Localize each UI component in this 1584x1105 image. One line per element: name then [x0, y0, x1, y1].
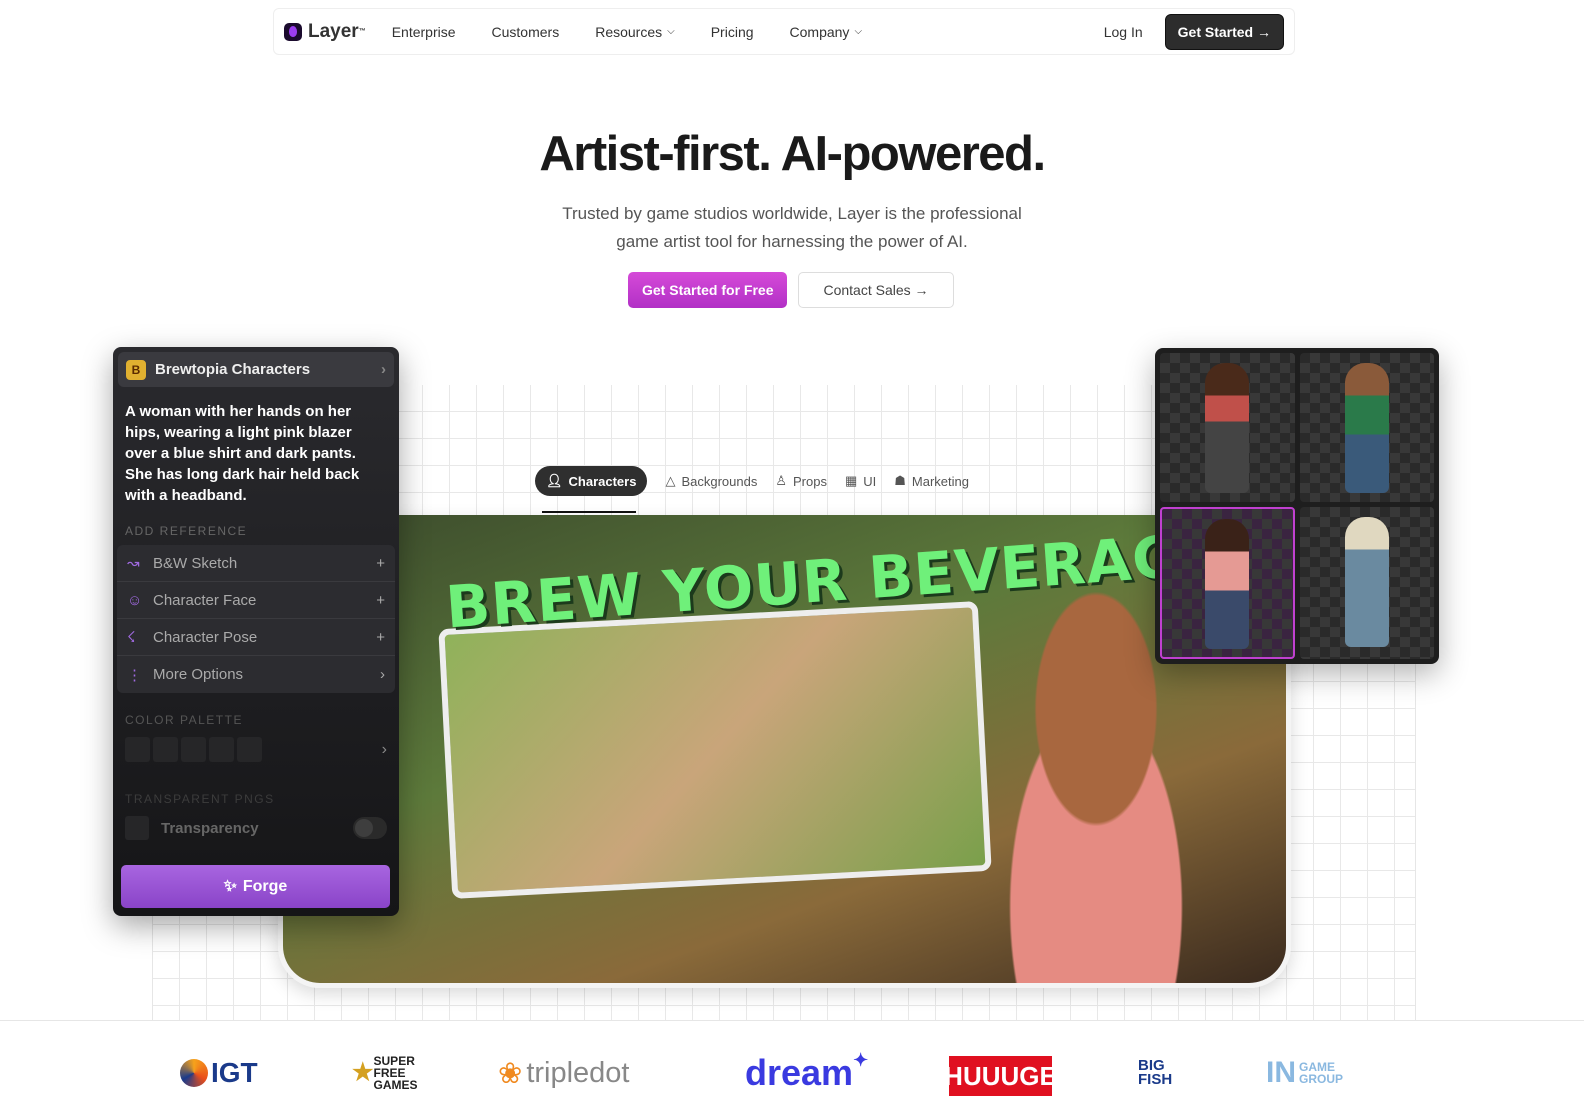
color-palette-label: COLOR PALETTE: [125, 713, 243, 727]
result-thumbnail[interactable]: [1299, 506, 1434, 659]
get-started-free-button[interactable]: Get Started for Free: [628, 272, 788, 308]
color-palette[interactable]: ›: [113, 737, 399, 762]
face-icon: ☺: [127, 591, 143, 609]
login-link[interactable]: Log In: [1104, 24, 1143, 40]
client-logos: IGT ★ SUPER FREE GAMES ❀ tripledot dream ✦ …: [0, 1050, 1584, 1100]
nav-resources[interactable]: Resources ⌵: [595, 24, 675, 40]
sketch-icon: ↝: [127, 555, 140, 572]
user-icon: ♙: [775, 473, 787, 488]
get-started-button[interactable]: Get Started →: [1164, 13, 1284, 50]
active-tab-indicator: [542, 511, 636, 513]
divider: [0, 1020, 1584, 1021]
magic-wand-icon: ✨︎: [223, 877, 237, 895]
top-nav: Layer ™ Enterprise Customers Resources ⌵ P…: [273, 8, 1295, 55]
generation-panel: B Brewtopia Characters › A woman with her …: [113, 347, 399, 916]
showcase-image: BREW YOUR BEVERAGES: [278, 515, 1291, 988]
chevron-right-icon: ›: [381, 361, 386, 378]
transparency-toggle[interactable]: [353, 817, 387, 839]
result-thumbnail[interactable]: [1299, 353, 1434, 502]
tab-props[interactable]: ♙ Props: [775, 466, 827, 496]
nav-pricing[interactable]: Pricing: [711, 24, 754, 40]
layer-logo-icon: [284, 22, 302, 41]
category-tabs: 👤︎ Characters △ Backgrounds ♙ Props ▦ UI ☗ Ma…: [535, 466, 969, 496]
tab-characters[interactable]: 👤︎ Characters: [535, 466, 648, 496]
user-icon: 👤︎: [546, 473, 563, 488]
plus-icon: +: [376, 628, 385, 646]
logo-tripledot: ❀ tripledot: [498, 1056, 630, 1090]
layout-icon: ▦: [844, 473, 858, 488]
logo-big-fish: BIG FISH: [1138, 1057, 1173, 1088]
layer-logo[interactable]: Layer ™: [284, 21, 366, 43]
prompt-text[interactable]: A woman with her hands on her hips, wear…: [113, 392, 399, 506]
store-icon: ☗: [894, 473, 906, 488]
tab-marketing[interactable]: ☗ Marketing: [894, 466, 969, 496]
plus-icon: +: [376, 554, 385, 572]
more-vertical-icon: ⋮: [127, 666, 142, 684]
chevron-right-icon: ›: [380, 666, 385, 683]
chevron-right-icon: ›: [381, 740, 387, 758]
chevron-down-icon: ⌵: [854, 26, 863, 37]
chevron-down-icon: ⌵: [667, 26, 675, 37]
logo-igt: IGT: [180, 1050, 258, 1096]
tab-ui[interactable]: ▦ UI: [845, 466, 876, 496]
logo-super-free-games: ★ SUPER FREE GAMES: [352, 1054, 418, 1092]
project-badge-icon: B: [126, 359, 146, 380]
plus-icon: +: [376, 591, 385, 609]
checkerboard-icon: [125, 816, 149, 840]
reference-character-pose[interactable]: ☇ Character Pose +: [117, 619, 395, 656]
contact-sales-button[interactable]: Contact Sales →: [798, 272, 954, 308]
more-options[interactable]: ⋮ More Options ›: [117, 656, 395, 693]
results-grid: [1155, 348, 1439, 664]
running-icon: ☇: [127, 629, 136, 646]
result-thumbnail[interactable]: [1160, 353, 1295, 502]
reference-character-face[interactable]: ☺ Character Face +: [117, 582, 395, 619]
hero-subtitle: Trusted by game studios worldwide, Layer…: [562, 204, 1022, 251]
mountain-icon: △: [665, 473, 676, 488]
nav-company[interactable]: Company ⌵: [790, 24, 863, 40]
project-selector[interactable]: B Brewtopia Characters ›: [118, 352, 394, 387]
logo-game-group: IN GAME GROUP: [1266, 1056, 1344, 1089]
result-thumbnail-selected[interactable]: [1160, 506, 1295, 659]
forge-button[interactable]: ✨︎ Forge: [121, 865, 390, 908]
add-reference-label: ADD REFERENCE: [125, 524, 248, 538]
nav-enterprise[interactable]: Enterprise: [392, 24, 456, 40]
hero-title: Artist-first. AI-powered.: [539, 127, 1046, 181]
tab-backgrounds[interactable]: △ Backgrounds: [665, 466, 757, 496]
logo-huuuge: HUUUGE: [944, 1056, 1057, 1096]
game-map-illustration: [438, 601, 992, 899]
reference-list: ↝ B&W Sketch + ☺ Character Face + ☇ Character…: [117, 545, 395, 693]
reference-bw-sketch[interactable]: ↝ B&W Sketch +: [117, 545, 395, 582]
nav-customers[interactable]: Customers: [492, 24, 560, 40]
logo-dream: dream ✦: [745, 1050, 869, 1093]
transparent-pngs-label: TRANSPARENT PNGS: [125, 792, 275, 806]
